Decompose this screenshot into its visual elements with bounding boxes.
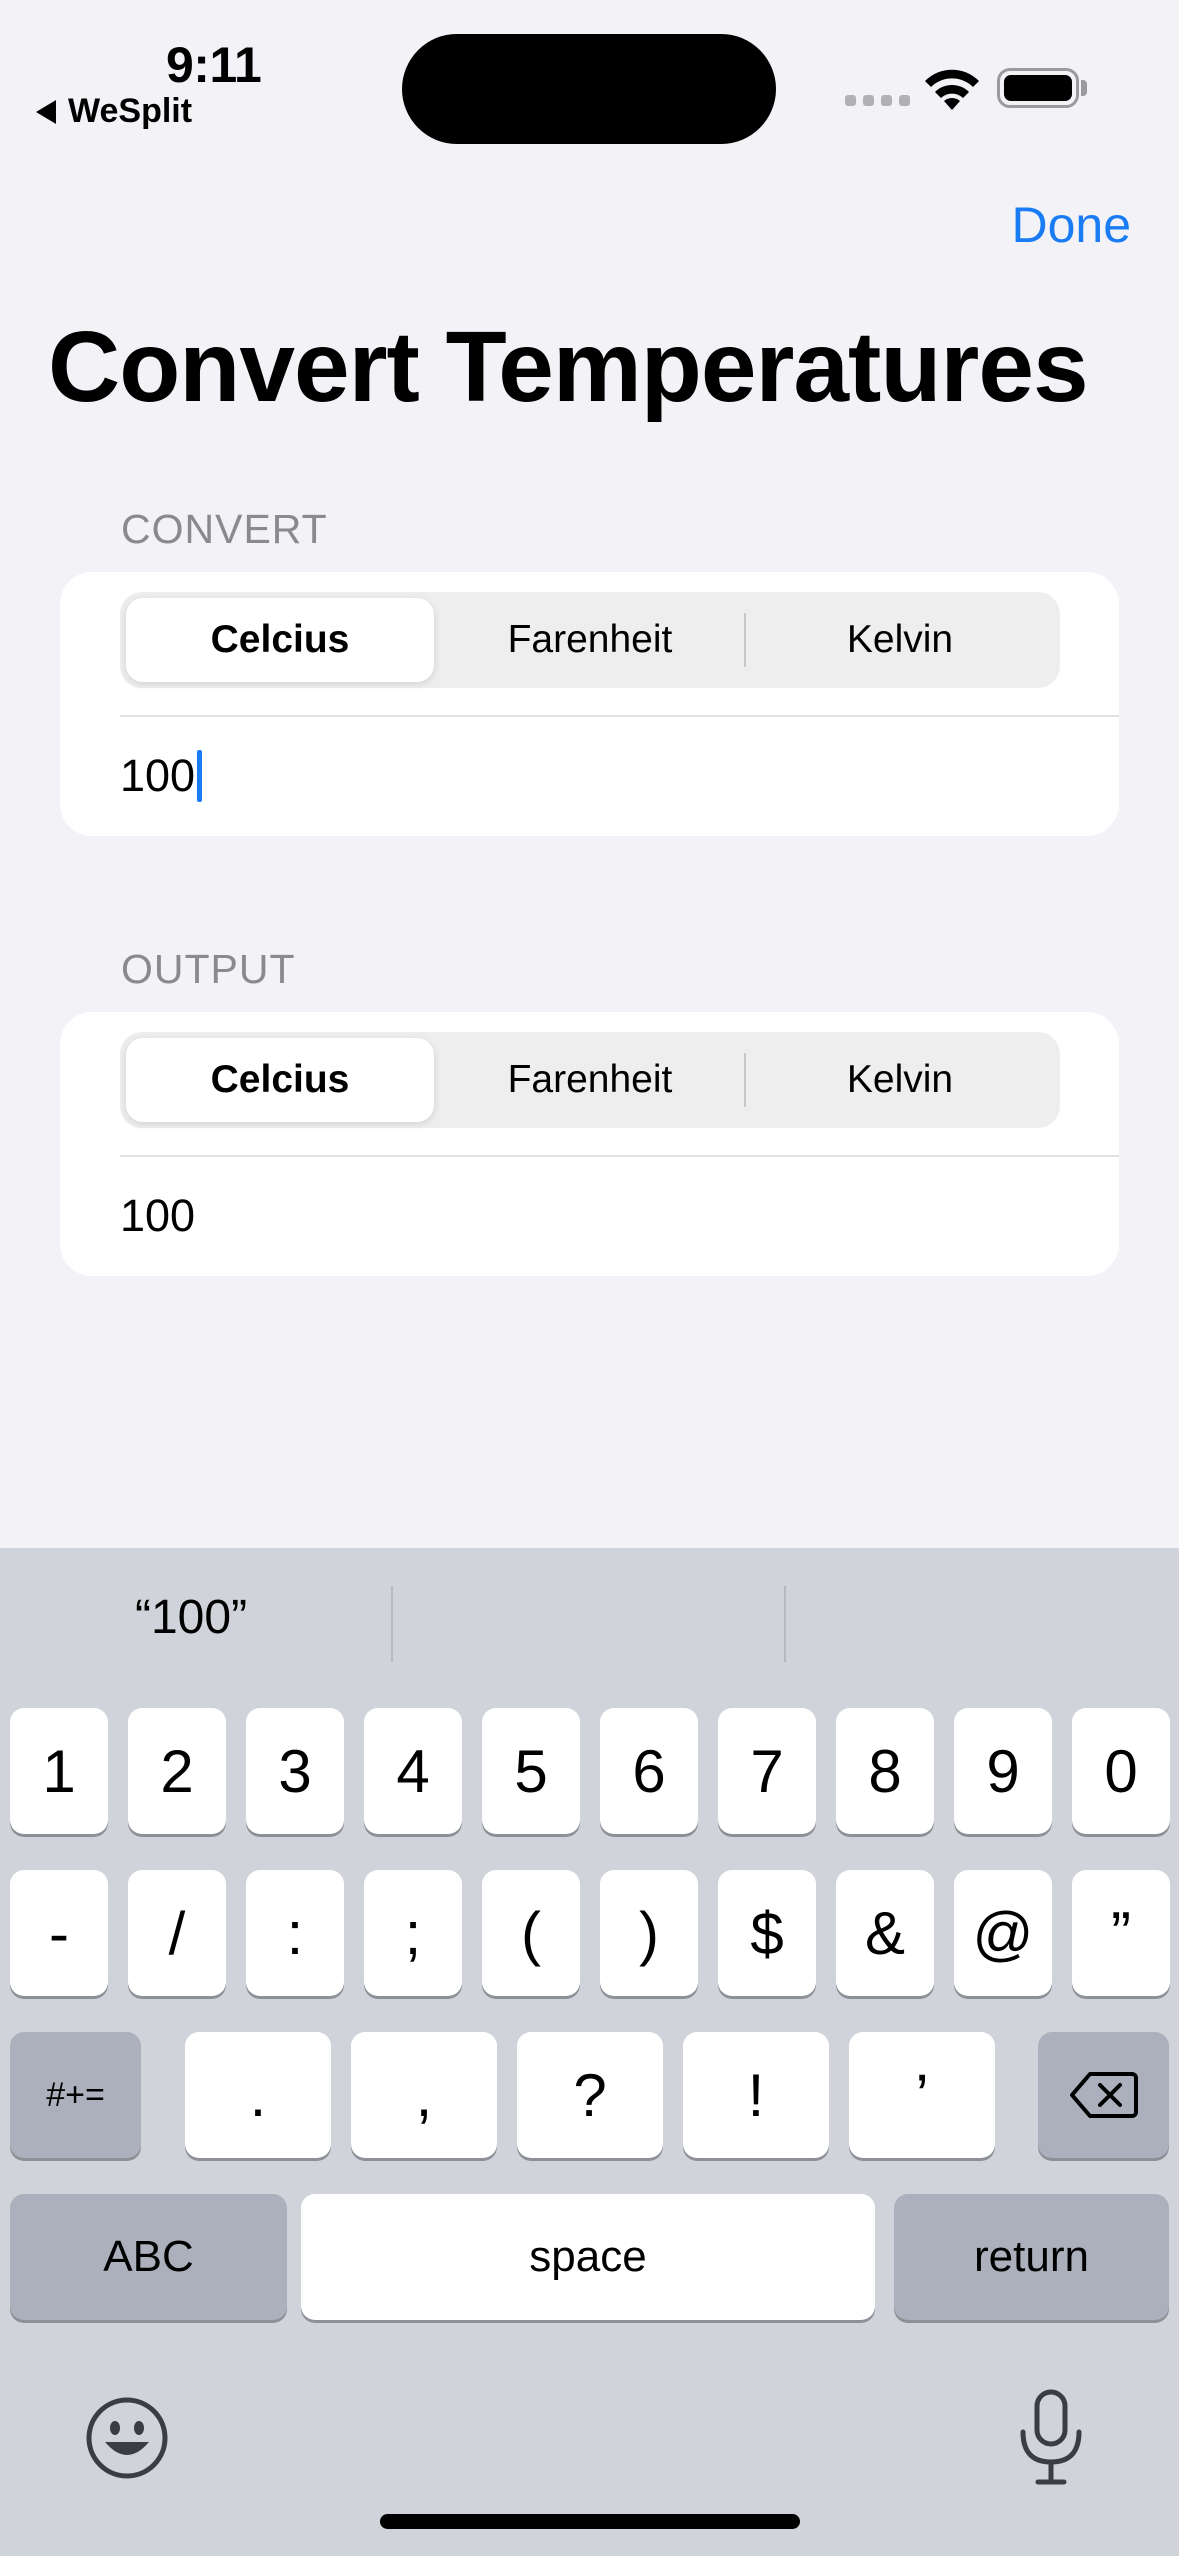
- key-apostrophe[interactable]: ’: [849, 2032, 995, 2158]
- suggestion-divider: [391, 1586, 393, 1662]
- abc-key[interactable]: ABC: [10, 2194, 287, 2320]
- output-segment-farenheit[interactable]: Farenheit: [436, 1038, 744, 1122]
- row-separator: [120, 1155, 1119, 1157]
- key-symbol-5[interactable]: ): [600, 1870, 698, 1996]
- key-symbol-2[interactable]: :: [246, 1870, 344, 1996]
- back-app-label: WeSplit: [68, 92, 193, 130]
- convert-segment-celcius[interactable]: Celcius: [126, 598, 434, 682]
- page-title: Convert Temperatures: [48, 311, 1089, 423]
- convert-section-header: CONVERT: [121, 506, 328, 552]
- battery-icon: [997, 68, 1079, 108]
- output-segment-celcius[interactable]: Celcius: [126, 1038, 434, 1122]
- key-symbol-7[interactable]: &: [836, 1870, 934, 1996]
- output-value-text: 100: [120, 1190, 196, 1241]
- key-digit-4[interactable]: 5: [482, 1708, 580, 1834]
- convert-segment-kelvin[interactable]: Kelvin: [746, 598, 1054, 682]
- key-symbol-9[interactable]: ”: [1072, 1870, 1170, 1996]
- key-digit-6[interactable]: 7: [718, 1708, 816, 1834]
- space-key[interactable]: space: [301, 2194, 875, 2320]
- key-digit-5[interactable]: 6: [600, 1708, 698, 1834]
- back-triangle-icon: [36, 99, 56, 124]
- key-symbol-8[interactable]: @: [954, 1870, 1052, 1996]
- output-section-header: OUTPUT: [121, 946, 296, 992]
- delete-key[interactable]: [1038, 2032, 1169, 2158]
- key-symbol-0[interactable]: -: [10, 1870, 108, 1996]
- key-digit-8[interactable]: 9: [954, 1708, 1052, 1834]
- cellular-signal-icon: [845, 95, 910, 106]
- key-digit-0[interactable]: 1: [10, 1708, 108, 1834]
- key-question[interactable]: ?: [517, 2032, 663, 2158]
- key-digit-7[interactable]: 8: [836, 1708, 934, 1834]
- convert-value-field[interactable]: 100: [120, 750, 203, 802]
- key-digit-3[interactable]: 4: [364, 1708, 462, 1834]
- convert-card: Celcius Farenheit Kelvin 100: [60, 572, 1119, 836]
- convert-unit-picker[interactable]: Celcius Farenheit Kelvin: [120, 592, 1060, 688]
- delete-icon: [1069, 2072, 1138, 2118]
- key-symbol-4[interactable]: (: [482, 1870, 580, 1996]
- key-digit-9[interactable]: 0: [1072, 1708, 1170, 1834]
- row-separator: [120, 715, 1119, 717]
- output-unit-picker[interactable]: Celcius Farenheit Kelvin: [120, 1032, 1060, 1128]
- key-digit-2[interactable]: 3: [246, 1708, 344, 1834]
- dynamic-island: [402, 34, 776, 144]
- microphone-icon[interactable]: [1014, 2388, 1088, 2488]
- home-indicator: [380, 2514, 800, 2529]
- back-to-app-button[interactable]: WeSplit: [36, 92, 192, 131]
- convert-value-text: 100: [120, 750, 196, 801]
- suggestion-item[interactable]: “100”: [135, 1590, 247, 1645]
- suggestion-bar: “100”: [0, 1548, 1179, 1698]
- suggestion-divider: [784, 1586, 786, 1662]
- key-digit-1[interactable]: 2: [128, 1708, 226, 1834]
- wifi-icon: [925, 69, 979, 110]
- emoji-icon[interactable]: [85, 2396, 169, 2480]
- key-comma[interactable]: ,: [351, 2032, 497, 2158]
- battery-tip: [1081, 80, 1087, 96]
- done-button[interactable]: Done: [1011, 196, 1131, 254]
- key-symbol-3[interactable]: ;: [364, 1870, 462, 1996]
- symbols-key[interactable]: #+=: [10, 2032, 141, 2158]
- output-card: Celcius Farenheit Kelvin 100: [60, 1012, 1119, 1276]
- key-exclamation[interactable]: !: [683, 2032, 829, 2158]
- key-period[interactable]: .: [185, 2032, 331, 2158]
- return-key[interactable]: return: [894, 2194, 1169, 2320]
- key-symbol-1[interactable]: /: [128, 1870, 226, 1996]
- output-value: 100: [120, 1190, 195, 1242]
- output-segment-kelvin[interactable]: Kelvin: [746, 1038, 1054, 1122]
- text-caret: [197, 750, 203, 802]
- convert-segment-farenheit[interactable]: Farenheit: [436, 598, 744, 682]
- key-symbol-6[interactable]: $: [718, 1870, 816, 1996]
- status-time: 9:11: [166, 37, 262, 93]
